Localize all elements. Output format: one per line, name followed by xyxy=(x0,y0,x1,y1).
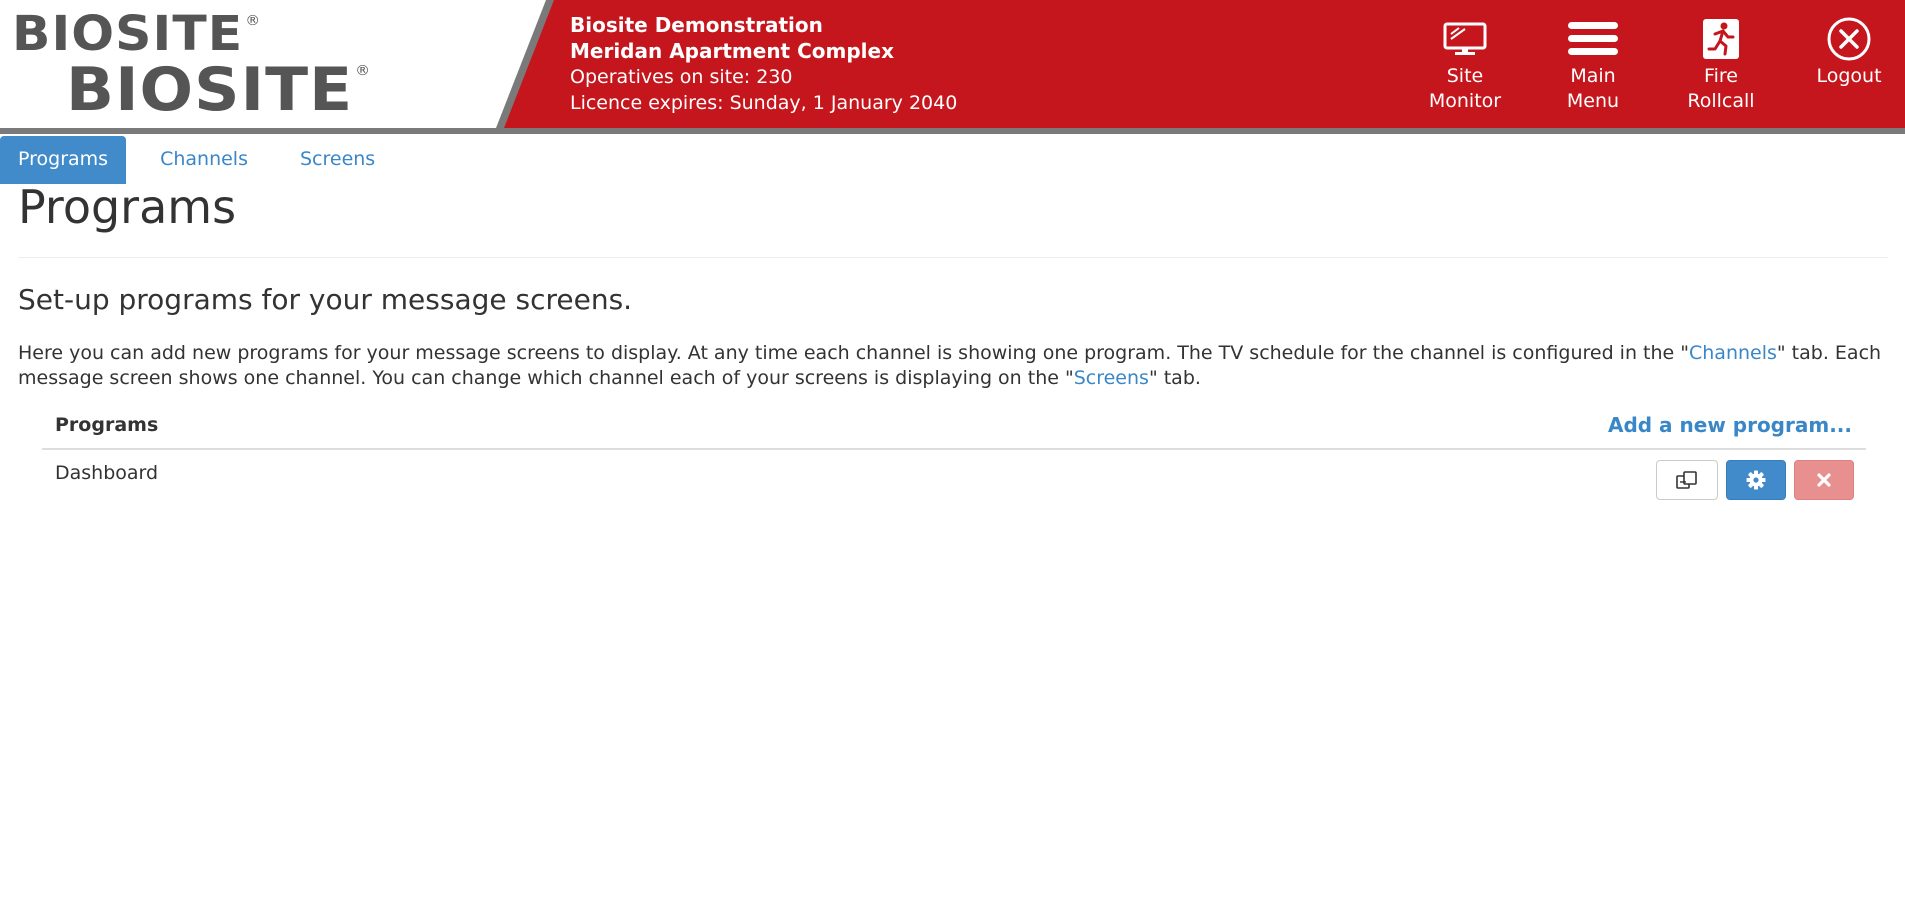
header-divider xyxy=(0,128,1905,134)
logout-button[interactable]: Logout xyxy=(1789,17,1905,89)
copy-icon xyxy=(1676,471,1697,489)
brand-logo-top: BIOSITE ® xyxy=(12,6,262,62)
page-title: Programs xyxy=(18,180,237,234)
licence-expiry: Licence expires: Sunday, 1 January 2040 xyxy=(570,92,958,114)
add-program-link[interactable]: Add a new program... xyxy=(1608,413,1852,437)
site-info: Biosite Demonstration Meridan Apartment … xyxy=(570,12,957,116)
logo-panel: BIOSITE ® BIOSITE ® xyxy=(0,0,560,128)
brand-logo-bottom: BIOSITE ® xyxy=(66,55,372,125)
hamburger-icon xyxy=(1568,22,1618,55)
page-description: Here you can add new programs for your m… xyxy=(18,342,1882,389)
tab-screens[interactable]: Screens xyxy=(282,136,393,184)
delete-program-button[interactable] xyxy=(1794,460,1854,500)
monitor-icon xyxy=(1443,22,1487,55)
tab-channels[interactable]: Channels xyxy=(142,136,266,184)
tab-programs[interactable]: Programs xyxy=(0,136,127,184)
fire-rollcall-button[interactable]: Fire Rollcall xyxy=(1661,19,1781,114)
column-header-programs: Programs xyxy=(55,414,159,436)
program-settings-button[interactable] xyxy=(1726,460,1786,500)
main-menu-label: Main Menu xyxy=(1566,65,1620,112)
channels-link[interactable]: Channels xyxy=(1689,342,1777,364)
programs-table: Programs Add a new program... Dashboard xyxy=(42,408,1866,502)
site-location: Meridan Apartment Complex xyxy=(570,39,894,63)
screens-link[interactable]: Screens xyxy=(1074,367,1149,389)
fire-exit-icon xyxy=(1703,19,1739,59)
close-icon xyxy=(1817,473,1831,487)
copy-program-button[interactable] xyxy=(1656,460,1718,500)
operatives-count: Operatives on site: 230 xyxy=(570,66,793,88)
main-menu-button[interactable]: Main Menu xyxy=(1533,20,1653,114)
site-name: Biosite Demonstration xyxy=(570,13,823,37)
section-tabs: Programs Channels Screens xyxy=(0,136,409,184)
site-monitor-label: Site Monitor xyxy=(1428,65,1502,112)
gear-icon xyxy=(1746,470,1766,490)
page-subtitle: Set-up programs for your message screens… xyxy=(18,283,633,316)
close-circle-icon xyxy=(1827,17,1871,61)
row-actions xyxy=(1656,460,1854,500)
table-header: Programs Add a new program... xyxy=(42,408,1866,450)
app-header: BIOSITE ® BIOSITE ® Biosite Demonstration … xyxy=(0,0,1905,128)
fire-rollcall-label: Fire Rollcall xyxy=(1687,65,1755,112)
logout-label: Logout xyxy=(1816,65,1882,87)
site-monitor-button[interactable]: Site Monitor xyxy=(1405,20,1525,114)
title-divider xyxy=(18,257,1888,258)
table-row: Dashboard xyxy=(42,450,1866,502)
program-name: Dashboard xyxy=(55,462,159,484)
